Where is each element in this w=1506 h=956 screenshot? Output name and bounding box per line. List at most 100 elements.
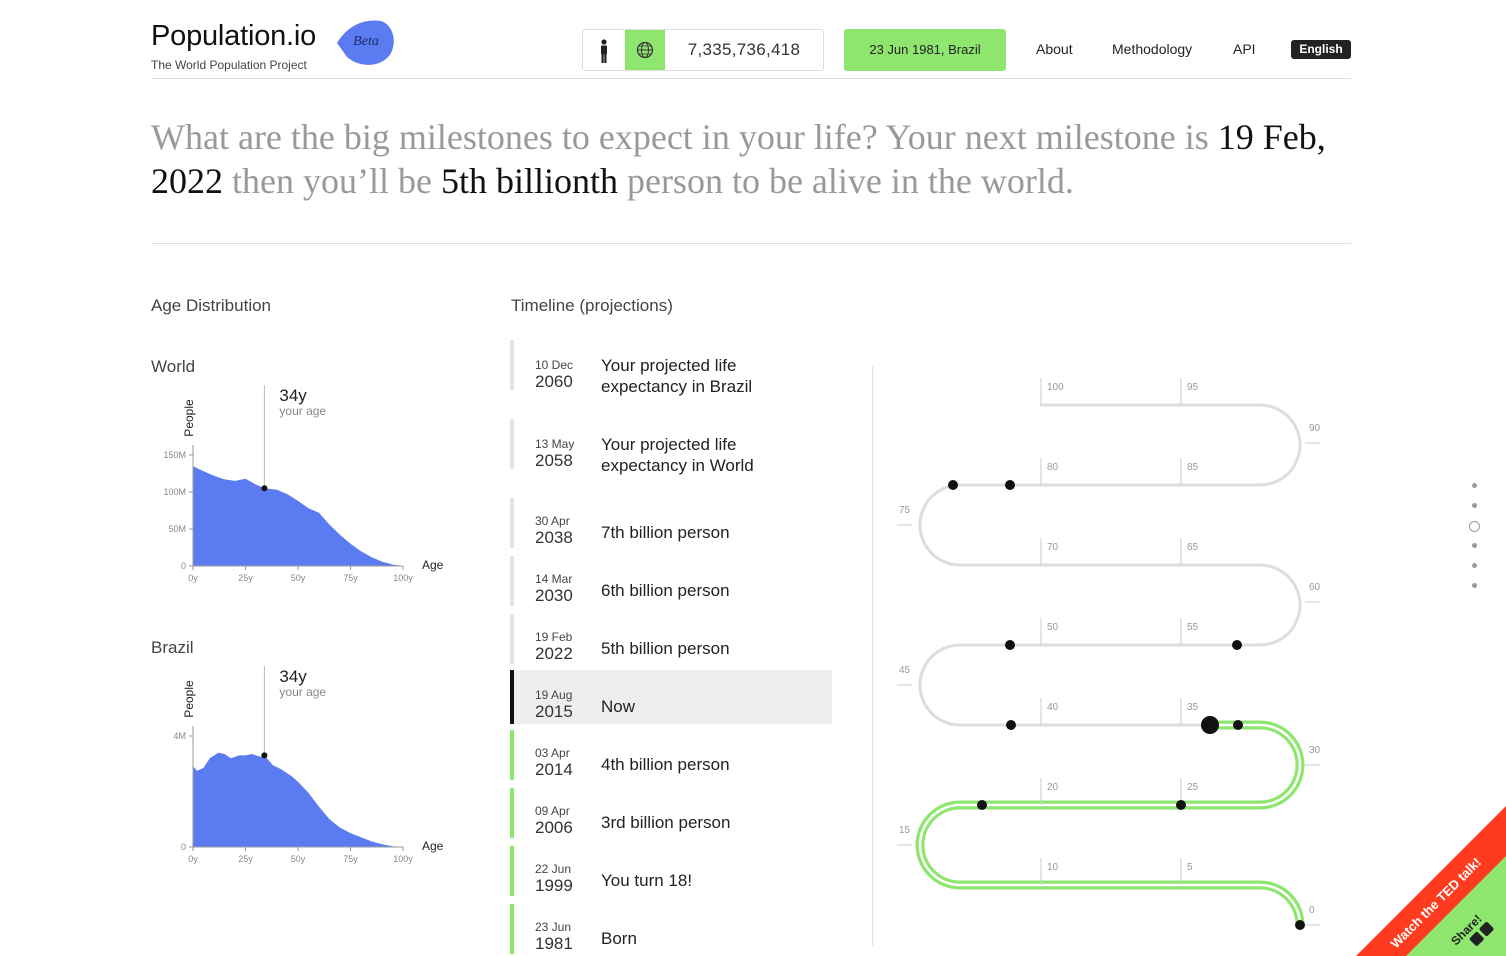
timeline-item[interactable]: 14 Mar 2030 6th billion person — [510, 554, 832, 608]
age-label: 15 — [899, 825, 911, 836]
timeline-bar — [510, 614, 514, 664]
timeline-bar — [510, 904, 514, 954]
timeline-label: 3rd billion person — [601, 813, 731, 832]
section-nav-dot[interactable] — [1472, 583, 1477, 588]
x-axis-label: Age — [422, 839, 444, 853]
life-path-milestone-dots — [948, 480, 1305, 930]
y-axis-label: People — [182, 680, 196, 718]
age-label: 55 — [1187, 622, 1199, 633]
age-label: 95 — [1187, 382, 1199, 393]
headline-text-3: person to be alive in the world. — [617, 161, 1074, 201]
timeline-day: 09 Apr — [535, 804, 570, 818]
birth-date-country-button[interactable]: 23 Jun 1981, Brazil — [844, 29, 1006, 71]
brazil-age-chart: 0y 25y 50y 75y 100y 0 4M People Age 34yyour age — [173, 666, 444, 864]
timeline-label: Now — [601, 697, 636, 716]
life-path-age-labels: 100 959080 857570 656050 554540 353020 251510 5… — [899, 382, 1321, 916]
nav-api[interactable]: API — [1233, 41, 1256, 57]
milestone-dot — [1233, 720, 1243, 730]
timeline-item[interactable]: 09 Apr 2006 3rd billion person — [510, 786, 832, 840]
logo-title[interactable]: Population.io — [151, 20, 316, 53]
age-label: 90 — [1309, 423, 1321, 434]
milestone-dot — [1005, 640, 1015, 650]
age-label: 35 — [1187, 702, 1199, 713]
timeline-label: 5th billion person — [601, 639, 730, 658]
age-label: 5 — [1187, 862, 1193, 873]
age-label: 65 — [1187, 542, 1199, 553]
person-icon[interactable] — [583, 30, 625, 70]
y-axis-label: People — [182, 399, 196, 437]
timeline-label: Your projected life expectancy in World — [601, 435, 754, 475]
milestone-dot — [1295, 920, 1305, 930]
milestone-dot — [1176, 800, 1186, 810]
timeline-year: 2058 — [535, 451, 573, 470]
age-label: 70 — [1047, 542, 1059, 553]
timeline-bar — [510, 340, 514, 390]
timeline-year: 2060 — [535, 372, 573, 391]
section-nav-dot[interactable] — [1472, 503, 1477, 508]
your-age-caption: your age — [279, 685, 326, 699]
timeline-year: 2030 — [535, 586, 573, 605]
timeline-day: 19 Aug — [535, 688, 573, 702]
timeline-bar — [510, 556, 514, 606]
timeline-day: 19 Feb — [535, 630, 573, 644]
section-nav-dot[interactable] — [1472, 543, 1477, 548]
your-age-caption: your age — [279, 404, 326, 418]
beta-label: Beta — [353, 34, 379, 49]
timeline-item[interactable]: 19 Feb 2022 5th billion person — [510, 612, 832, 666]
timeline-item[interactable]: 22 Jun 1999 You turn 18! — [510, 844, 832, 898]
age-label: 60 — [1309, 582, 1321, 593]
x-tick-label: 0y — [188, 573, 198, 583]
y-tick-label: 150M — [163, 450, 186, 460]
timeline-item[interactable]: 03 Apr 2014 4th billion person — [510, 728, 832, 782]
y-tick-label: 0 — [181, 842, 186, 852]
timeline-item-now[interactable]: 19 Aug 2015 Now — [510, 670, 832, 724]
age-label: 75 — [899, 505, 911, 516]
age-distribution-area — [193, 466, 403, 566]
your-age-value: 34y — [279, 667, 307, 686]
population-counter: 7,335,736,418 — [582, 29, 824, 71]
timeline-bar — [510, 498, 514, 548]
x-tick-label: 25y — [238, 573, 253, 583]
x-axis-label: Age — [422, 558, 444, 572]
x-tick-label: 100y — [393, 854, 413, 864]
x-tick-label: 25y — [238, 854, 253, 864]
ted-talk-ribbon[interactable]: Watch the TED talk! Share! — [1356, 806, 1506, 956]
milestone-dot — [1005, 480, 1015, 490]
x-tick-label: 0y — [188, 854, 198, 864]
world-chart-label: World — [151, 357, 196, 376]
nav-methodology[interactable]: Methodology — [1112, 41, 1192, 57]
section-nav-dot[interactable] — [1472, 483, 1477, 488]
x-tick-label: 75y — [343, 854, 358, 864]
section-nav-dot[interactable] — [1472, 563, 1477, 568]
timeline-year: 2006 — [535, 818, 573, 837]
timeline-year: 2015 — [535, 702, 573, 721]
timeline-bar — [510, 730, 514, 780]
timeline-day: 30 Apr — [535, 514, 570, 528]
x-tick-label: 50y — [291, 573, 306, 583]
timeline-label: Your projected life expectancy in Brazil — [601, 356, 753, 396]
your-age-dot — [261, 752, 268, 759]
timeline-item[interactable]: 30 Apr 2038 7th billion person — [510, 496, 832, 550]
language-button[interactable]: English — [1291, 40, 1351, 59]
timeline-year: 2014 — [535, 760, 573, 779]
timeline-item[interactable]: 23 Jun 1981 Born — [510, 902, 832, 956]
headline-text-1: What are the big milestones to expect in… — [151, 117, 1218, 157]
section-divider — [151, 243, 1351, 244]
timeline-label: You turn 18! — [601, 871, 693, 890]
y-tick-label: 100M — [163, 487, 186, 497]
timeline-day: 03 Apr — [535, 746, 570, 760]
age-label: 100 — [1047, 382, 1064, 393]
timeline-label: 7th billion person — [601, 523, 730, 542]
globe-icon[interactable] — [625, 30, 665, 70]
x-tick-label: 75y — [343, 573, 358, 583]
timeline-bar — [510, 846, 514, 896]
timeline-item[interactable]: 10 Dec 2060 Your projected life expectancy… — [510, 338, 832, 396]
timeline-item[interactable]: 13 May 2058 Your projected life expectancy… — [510, 417, 832, 475]
timeline-day: 23 Jun — [535, 920, 572, 934]
headline-milestone: 5th billionth — [440, 161, 618, 201]
section-nav-dot-active[interactable] — [1469, 521, 1480, 532]
nav-about[interactable]: About — [1036, 41, 1073, 57]
timeline-label: 6th billion person — [601, 581, 730, 600]
your-age-value: 34y — [279, 386, 307, 405]
age-label: 80 — [1047, 462, 1059, 473]
